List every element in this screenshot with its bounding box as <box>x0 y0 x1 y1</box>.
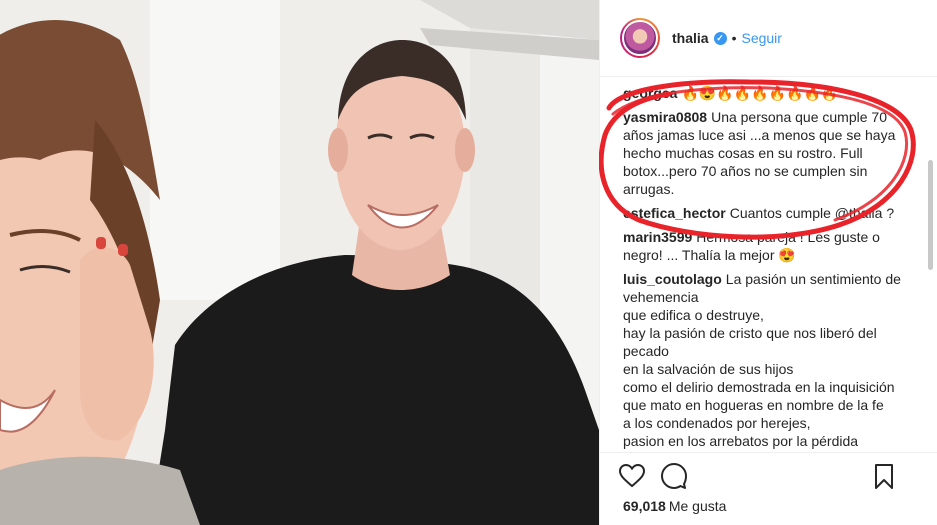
follow-button[interactable]: Seguir <box>741 30 781 46</box>
avatar-image <box>622 20 658 56</box>
photo-illustration <box>0 0 599 525</box>
comment-text: 🔥😍🔥🔥🔥🔥🔥🔥🔥 <box>681 85 839 101</box>
action-bar <box>600 452 937 498</box>
avatar[interactable] <box>620 18 660 58</box>
comment: georgea 🔥😍🔥🔥🔥🔥🔥🔥🔥 <box>623 84 916 102</box>
verified-icon: ✓ <box>713 31 727 45</box>
username-link[interactable]: thalia <box>672 30 709 46</box>
comment-icon[interactable] <box>660 462 688 490</box>
comment-text: Hermosa pareja ! Les guste o <box>696 229 880 245</box>
comment-text: pecado <box>623 343 669 359</box>
comment: marin3599 Hermosa pareja ! Les guste o ne… <box>623 228 916 264</box>
comment-text: pasion en los arrebatos por la pérdida <box>623 433 859 449</box>
comment-text: vehemencia <box>623 289 699 305</box>
bookmark-icon[interactable] <box>870 463 898 491</box>
comment-text: que mato en hogueras en nombre de la fe <box>623 397 884 413</box>
comment-text: a los condenados por herejes, <box>623 415 811 431</box>
comment: estefica_hector Cuantos cumple @thalia ? <box>623 204 916 222</box>
comment-text: negro! ... Thalía la mejor 😍 <box>623 247 796 263</box>
comment-text: botox...pero 70 años no se cumplen sin <box>623 163 868 179</box>
comment-text: años jamas luce asi ...a menos que se ha… <box>623 127 896 143</box>
comment-text: arrugas. <box>623 181 675 197</box>
separator-dot: • <box>731 30 737 46</box>
comment: yasmira0808 Una persona que cumple 70 año… <box>623 108 916 198</box>
comment-text: en la salvación de sus hijos <box>623 361 794 377</box>
comment-text: Cuantos cumple @thalia ? <box>729 205 895 221</box>
comment-text: que edifica o destruye, <box>623 307 764 323</box>
likes-number: 69,018 <box>623 498 666 514</box>
comment: luis_coutolago La pasión un sentimiento d… <box>623 270 916 450</box>
comment-text: Una persona que cumple 70 <box>711 109 887 125</box>
post-header: thalia ✓ • Seguir <box>600 0 937 77</box>
comment-text: como el delirio demostrada en la inquisi… <box>623 379 895 395</box>
comment-text: hecho muchas cosas en su rostro. Full <box>623 145 863 161</box>
comment-user[interactable]: marin3599 <box>623 229 692 245</box>
post-photo[interactable] <box>0 0 599 525</box>
comments-list[interactable]: georgea 🔥😍🔥🔥🔥🔥🔥🔥🔥 yasmira0808 Una persona … <box>600 78 937 452</box>
comment-user[interactable]: georgea <box>623 85 677 101</box>
likes-count[interactable]: 69,018 Me gusta <box>623 498 726 514</box>
post-sidebar: thalia ✓ • Seguir georgea 🔥😍🔥🔥🔥🔥🔥🔥🔥 yasmi… <box>599 0 937 525</box>
comment-text: hay la pasión de cristo que nos liberó d… <box>623 325 877 341</box>
comments-scrollbar[interactable] <box>928 160 933 270</box>
heart-icon[interactable] <box>618 462 646 490</box>
comment-user[interactable]: yasmira0808 <box>623 109 707 125</box>
comment-text: La pasión un sentimiento de <box>725 271 901 287</box>
likes-label: Me gusta <box>668 498 727 514</box>
comment-user[interactable]: estefica_hector <box>623 205 726 221</box>
comment-user[interactable]: luis_coutolago <box>623 271 722 287</box>
